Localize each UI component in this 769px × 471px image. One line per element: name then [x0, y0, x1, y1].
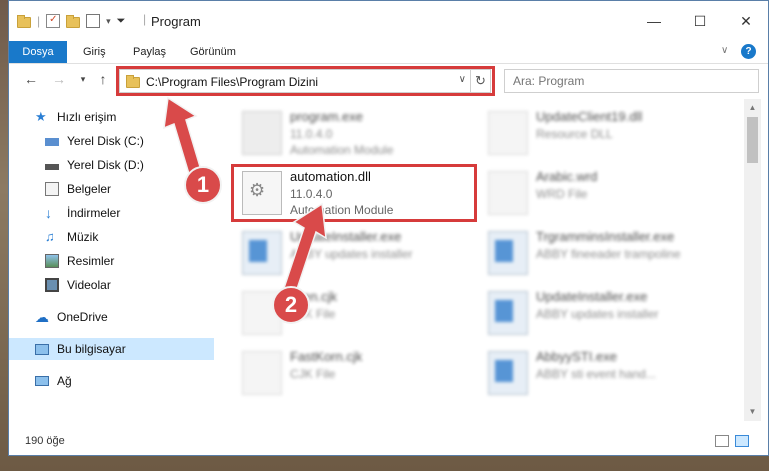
step-badge-2: 2	[272, 286, 310, 324]
step-badge-1: 1	[184, 166, 222, 204]
annotation-arrows	[163, 96, 327, 293]
arrow-2	[283, 202, 327, 293]
